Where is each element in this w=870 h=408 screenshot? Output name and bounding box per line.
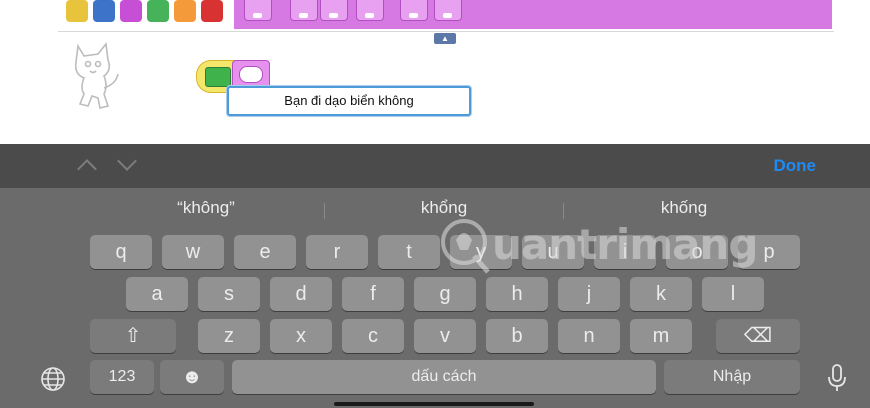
expand-toggle-button[interactable]: ▲ xyxy=(434,33,456,44)
key-t[interactable]: t xyxy=(378,235,440,269)
key-j[interactable]: j xyxy=(558,277,620,311)
key-k[interactable]: k xyxy=(630,277,692,311)
microphone-icon[interactable] xyxy=(826,363,848,393)
speech-text-input[interactable]: Bạn đi dạo biển không xyxy=(227,86,471,116)
category-events[interactable] xyxy=(66,0,88,22)
category-motion[interactable] xyxy=(93,0,115,22)
chevron-down-icon[interactable] xyxy=(117,151,137,171)
key-m[interactable]: m xyxy=(630,319,692,353)
chevron-up-icon[interactable] xyxy=(77,159,97,179)
speech-bubble-icon xyxy=(239,66,263,83)
looks-block[interactable] xyxy=(244,0,272,21)
say-block[interactable] xyxy=(232,60,270,89)
looks-block[interactable] xyxy=(356,0,384,21)
key-h[interactable]: h xyxy=(486,277,548,311)
key-x[interactable]: x xyxy=(270,319,332,353)
lightbulb-logo-icon xyxy=(441,219,490,274)
key-d[interactable]: d xyxy=(270,277,332,311)
key-w[interactable]: w xyxy=(162,235,224,269)
key-r[interactable]: r xyxy=(306,235,368,269)
key-n[interactable]: n xyxy=(558,319,620,353)
category-sound[interactable] xyxy=(147,0,169,22)
key-c[interactable]: c xyxy=(342,319,404,353)
backspace-key[interactable]: ⌫ xyxy=(716,319,800,353)
shift-key[interactable]: ⇧ xyxy=(90,319,176,353)
category-control[interactable] xyxy=(174,0,196,22)
flag-icon xyxy=(205,67,231,87)
done-button[interactable]: Done xyxy=(774,156,817,176)
key-s[interactable]: s xyxy=(198,277,260,311)
key-q[interactable]: q xyxy=(90,235,152,269)
key-z[interactable]: z xyxy=(198,319,260,353)
key-v[interactable]: v xyxy=(414,319,476,353)
key-b[interactable]: b xyxy=(486,319,548,353)
emoji-key[interactable]: ☻ xyxy=(160,360,224,394)
watermark: uantrimang xyxy=(438,218,758,280)
key-f[interactable]: f xyxy=(342,277,404,311)
cat-sprite-icon[interactable] xyxy=(64,38,124,110)
key-e[interactable]: e xyxy=(234,235,296,269)
keyboard-accessory-bar: Done xyxy=(0,144,870,188)
key-a[interactable]: a xyxy=(126,277,188,311)
key-l[interactable]: l xyxy=(702,277,764,311)
numbers-key[interactable]: 123 xyxy=(90,360,154,394)
category-looks[interactable] xyxy=(120,0,142,22)
scratch-app-area: ⇲ ▲ Bạn đi dạo biển không xyxy=(0,0,870,144)
home-indicator xyxy=(334,402,534,406)
looks-block[interactable] xyxy=(400,0,428,21)
watermark-text: uantrimang xyxy=(492,220,758,269)
looks-block[interactable] xyxy=(320,0,348,21)
return-key[interactable]: Nhập xyxy=(664,360,800,394)
looks-block[interactable] xyxy=(434,0,462,21)
blocks-strip: ⇲ xyxy=(234,0,832,29)
suggestion-item[interactable]: “không” xyxy=(88,188,324,230)
category-end[interactable] xyxy=(201,0,223,22)
key-g[interactable]: g xyxy=(414,277,476,311)
globe-icon[interactable] xyxy=(40,366,66,392)
looks-block[interactable] xyxy=(290,0,318,21)
space-key[interactable]: dấu cách xyxy=(232,360,656,394)
